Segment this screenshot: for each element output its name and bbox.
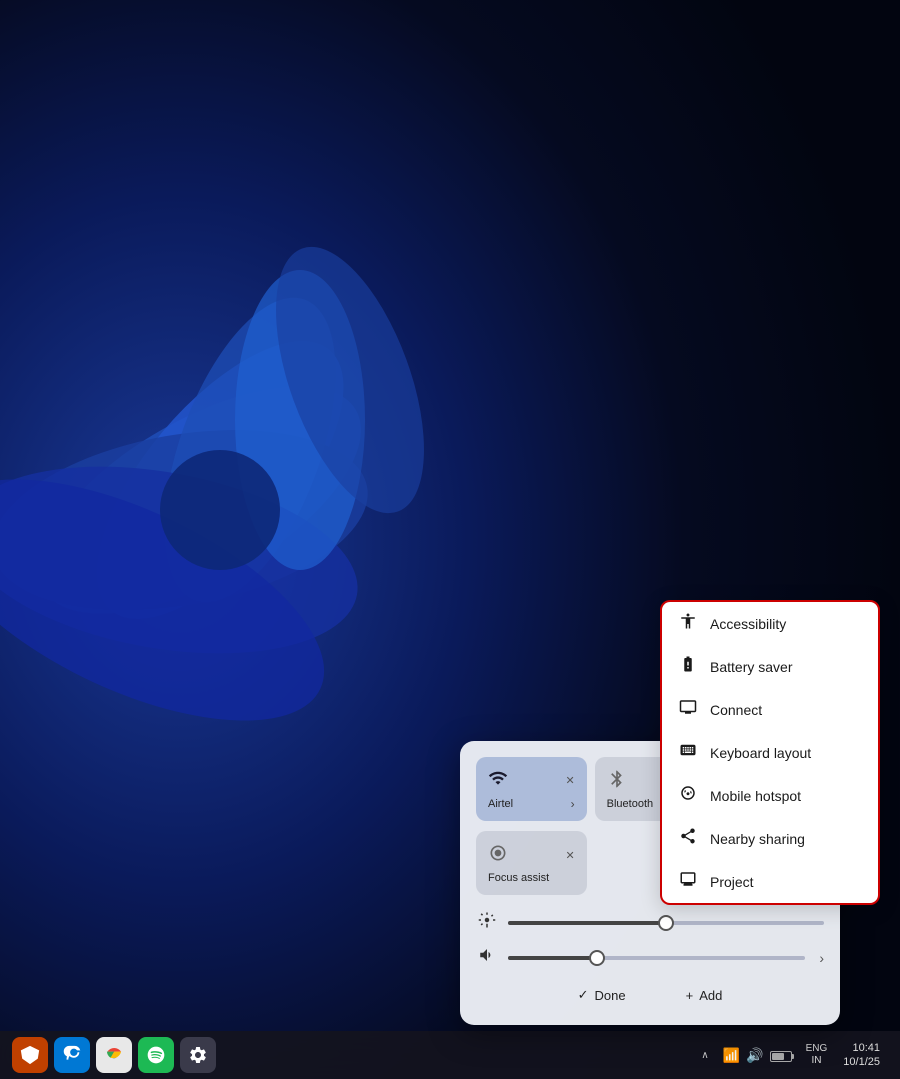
wifi-pin[interactable]: ✕: [565, 774, 574, 787]
add-button[interactable]: + Add: [676, 981, 733, 1009]
dropdown-item-battery-saver[interactable]: Battery saver: [662, 645, 878, 688]
keyboard-layout-icon: [678, 741, 698, 764]
taskbar-apps: [12, 1037, 697, 1073]
connect-icon: [678, 698, 698, 721]
battery-saver-label: Battery saver: [710, 659, 792, 675]
qs-bottom-row: ✓ Done + Add: [476, 981, 824, 1009]
dropdown-item-accessibility[interactable]: Accessibility: [662, 602, 878, 645]
mobile-hotspot-label: Mobile hotspot: [710, 788, 801, 804]
mobile-hotspot-icon: [678, 784, 698, 807]
tray-language[interactable]: ENG IN: [802, 1041, 832, 1069]
brightness-slider[interactable]: [508, 921, 824, 925]
tray-time[interactable]: 10:41 10/1/25: [835, 1039, 888, 1072]
project-label: Project: [710, 874, 754, 890]
project-icon: [678, 870, 698, 893]
volume-tray-icon[interactable]: 🔊: [746, 1047, 763, 1064]
dropdown-item-project[interactable]: Project: [662, 860, 878, 903]
add-icon: +: [686, 988, 694, 1003]
volume-slider-row: ›: [476, 946, 824, 969]
wifi-tray-icon[interactable]: 📶: [723, 1047, 740, 1064]
keyboard-layout-label: Keyboard layout: [710, 745, 811, 761]
dropdown-item-keyboard-layout[interactable]: Keyboard layout: [662, 731, 878, 774]
quick-settings-dropdown: Accessibility Battery saver Connect Keyb…: [660, 600, 880, 905]
accessibility-label: Accessibility: [710, 616, 786, 632]
focus-icon: [488, 843, 508, 868]
dropdown-item-connect[interactable]: Connect: [662, 688, 878, 731]
focus-label: Focus assist: [488, 872, 575, 884]
bluetooth-icon: [607, 769, 627, 794]
taskbar-app-chrome[interactable]: [96, 1037, 132, 1073]
wifi-label: Airtel: [488, 798, 513, 810]
wifi-icon: [488, 768, 508, 793]
wifi-expand-arrow[interactable]: ›: [571, 797, 575, 811]
nearby-sharing-icon: [678, 827, 698, 850]
brightness-thumb[interactable]: [658, 915, 674, 931]
volume-icon: [476, 946, 498, 969]
tray-icons: 📶 🔊: [717, 1047, 798, 1064]
done-button[interactable]: ✓ Done: [568, 981, 636, 1009]
dropdown-item-nearby-sharing[interactable]: Nearby sharing: [662, 817, 878, 860]
tray-chevron[interactable]: ∧: [697, 1046, 712, 1065]
taskbar: ∧ 📶 🔊 ENG IN 10:41 10/1/25: [0, 1031, 900, 1079]
volume-slider[interactable]: [508, 956, 805, 960]
brightness-icon: [476, 911, 498, 934]
taskbar-right: ∧ 📶 🔊 ENG IN 10:41 10/1/25: [697, 1039, 888, 1072]
accessibility-icon: [678, 612, 698, 635]
focus-pin[interactable]: ✕: [565, 849, 574, 862]
volume-expand[interactable]: ›: [819, 950, 824, 966]
connect-label: Connect: [710, 702, 762, 718]
qs-tile-wifi[interactable]: ✕ Airtel ›: [476, 757, 587, 821]
qs-tile-focus[interactable]: ✕ Focus assist: [476, 831, 587, 895]
brightness-slider-row: [476, 911, 824, 934]
battery-tray-icon[interactable]: [770, 1047, 792, 1063]
taskbar-app-spotify[interactable]: [138, 1037, 174, 1073]
done-label: Done: [595, 988, 626, 1003]
taskbar-app-brave[interactable]: [12, 1037, 48, 1073]
volume-thumb[interactable]: [589, 950, 605, 966]
add-label: Add: [699, 988, 722, 1003]
dropdown-item-mobile-hotspot[interactable]: Mobile hotspot: [662, 774, 878, 817]
taskbar-app-settings[interactable]: [180, 1037, 216, 1073]
nearby-sharing-label: Nearby sharing: [710, 831, 805, 847]
battery-saver-icon: [678, 655, 698, 678]
taskbar-app-edge[interactable]: [54, 1037, 90, 1073]
done-icon: ✓: [578, 987, 589, 1003]
